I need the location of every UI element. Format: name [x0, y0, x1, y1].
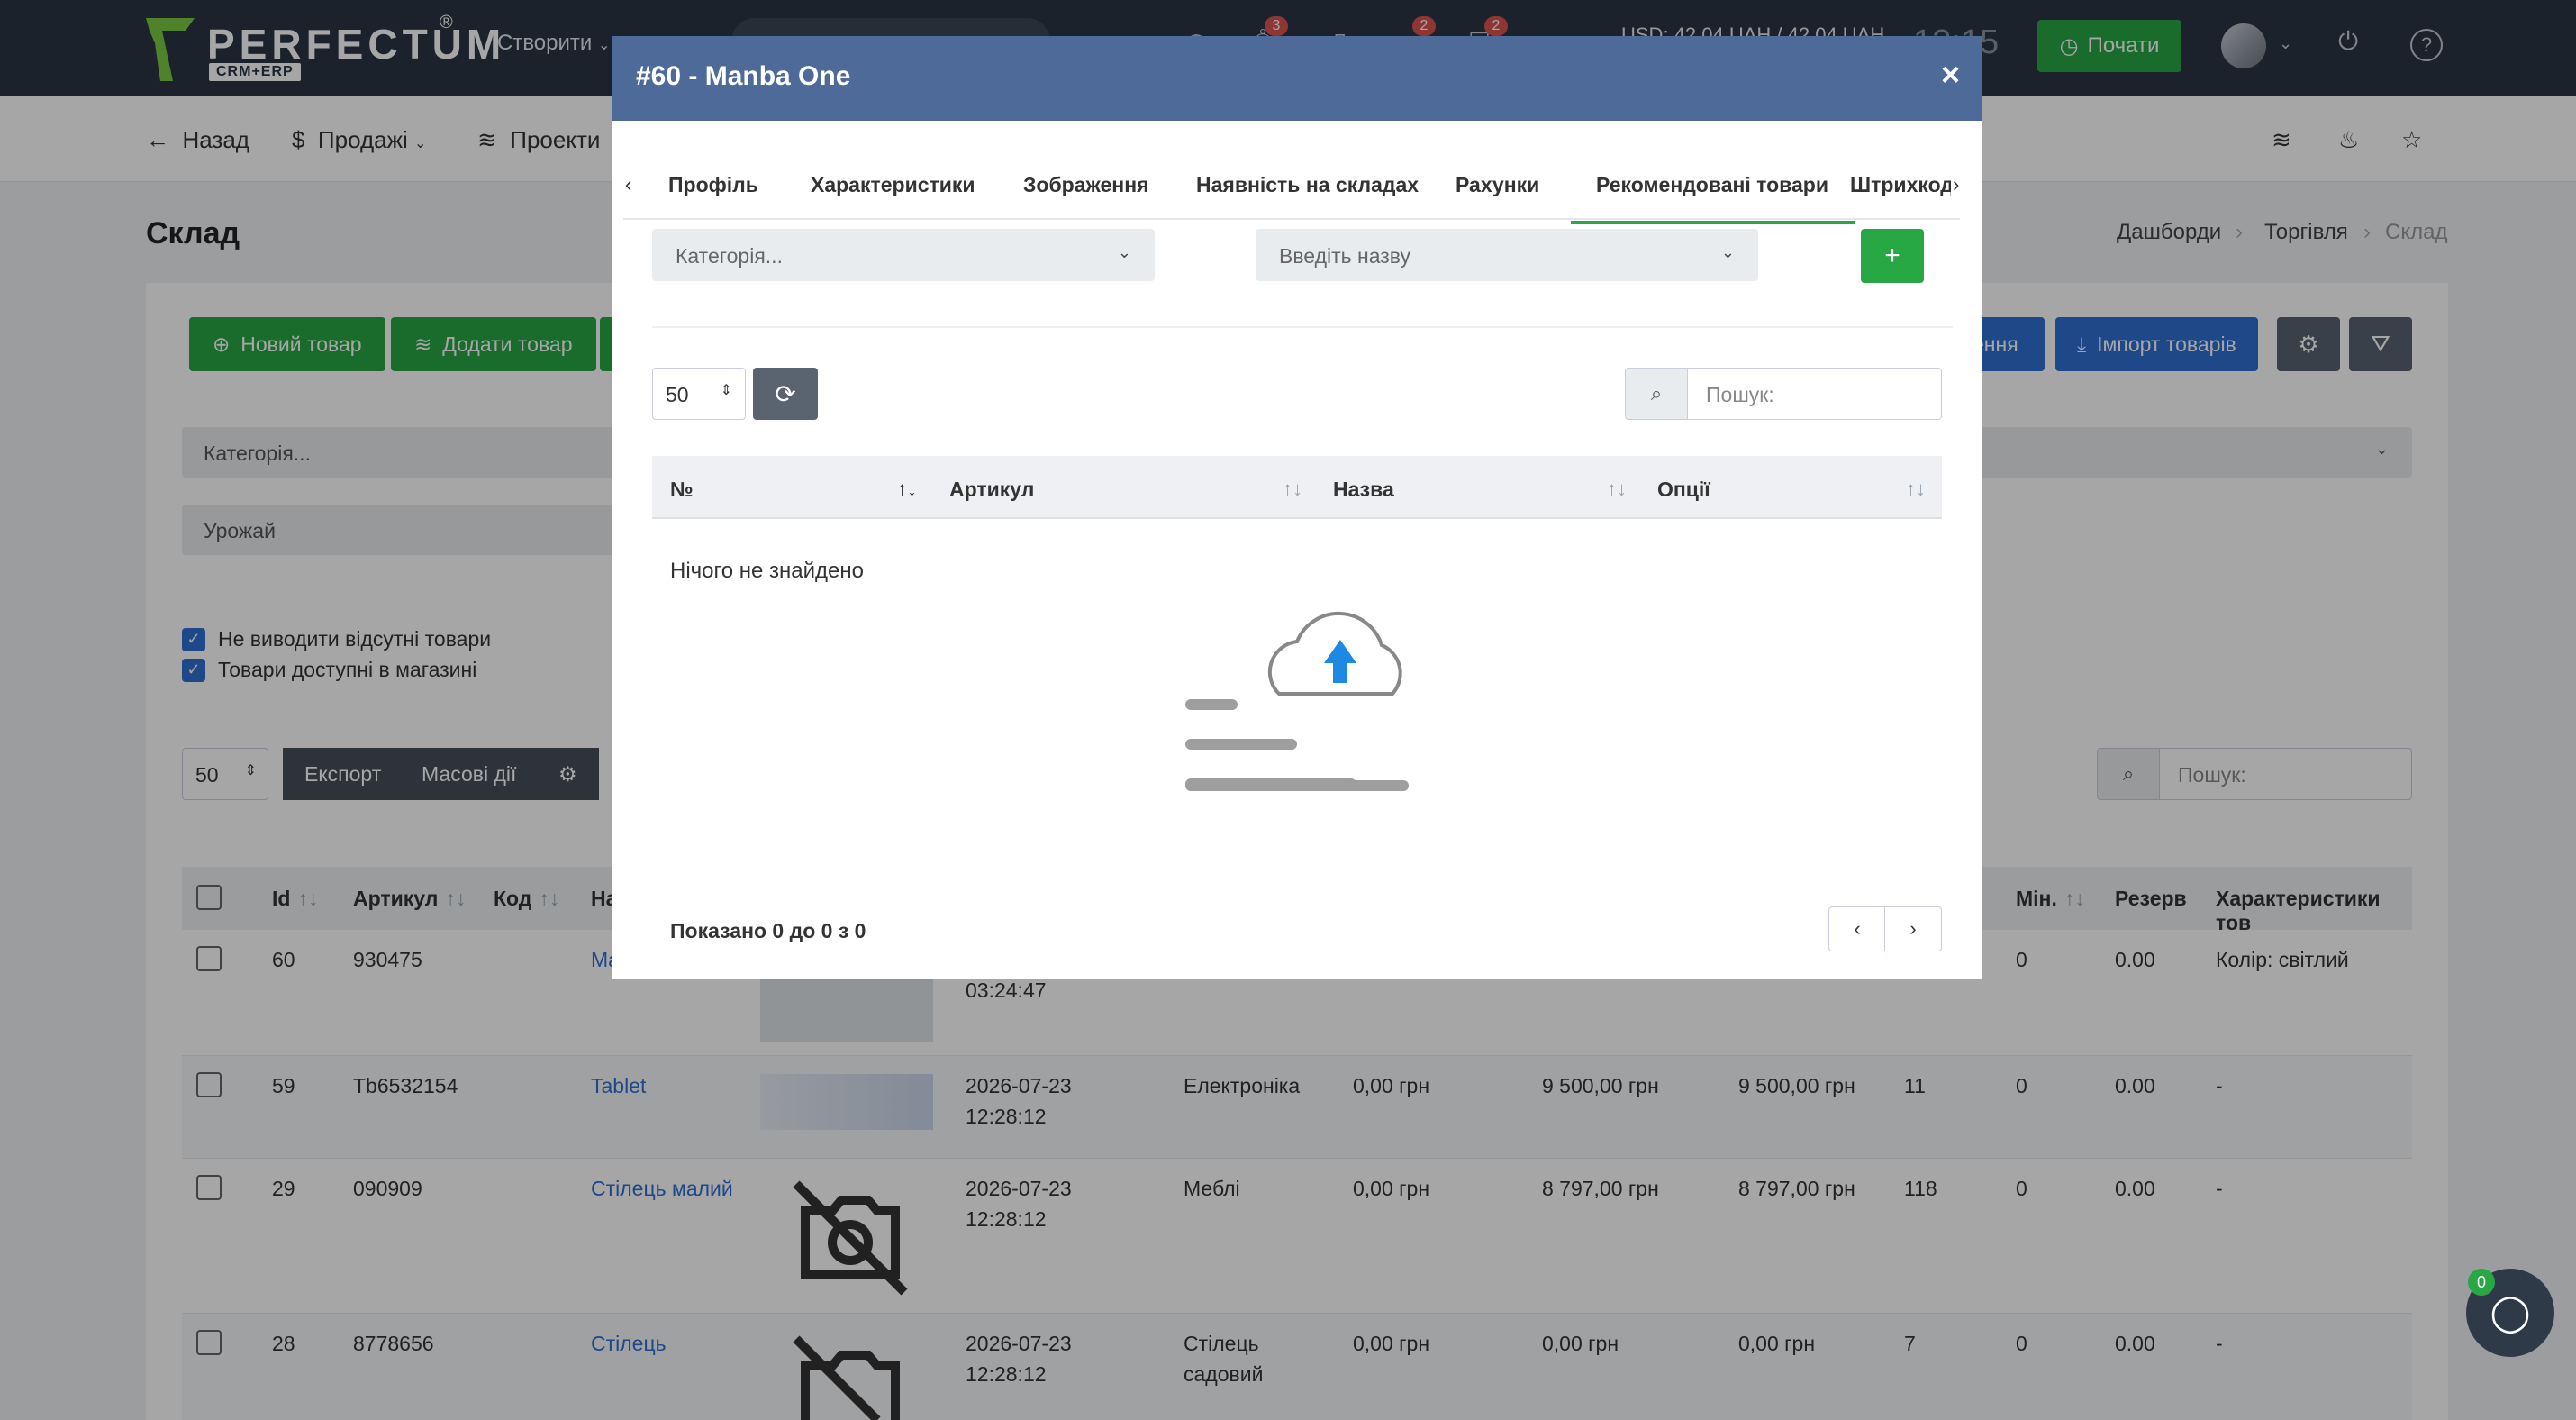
tab-characteristics[interactable]: Характеристики: [811, 173, 975, 197]
close-icon[interactable]: ×: [1941, 56, 1960, 94]
chat-badge: 0: [2468, 1269, 2495, 1296]
col-name[interactable]: Назва: [1333, 478, 1394, 502]
product-name-placeholder: Введіть назву: [1279, 244, 1411, 268]
category-select[interactable]: Категорія... ⌄: [652, 229, 1155, 281]
col-options[interactable]: Опції: [1657, 478, 1710, 502]
tab-barcodes[interactable]: Штрихкоді: [1850, 173, 1951, 197]
tab-images[interactable]: Зображення: [1023, 173, 1149, 197]
cloud-upload-icon: [1185, 611, 1402, 789]
modal-page-length-value: 50: [666, 383, 689, 406]
tab-profile[interactable]: Профіль: [668, 173, 758, 197]
next-page-button[interactable]: ›: [1884, 906, 1942, 951]
chat-bubble-icon: ◯: [2490, 1293, 2531, 1333]
category-select-placeholder: Категорія...: [676, 244, 783, 268]
chevron-right-icon: ›: [1909, 917, 1917, 940]
empty-table-message: Нічого не знайдено: [670, 559, 864, 583]
modal-search[interactable]: ⌕ Пошук:: [1625, 368, 1942, 420]
tab-invoices[interactable]: Рахунки: [1456, 173, 1539, 197]
col-sku[interactable]: Артикул: [949, 478, 1034, 502]
prev-page-button[interactable]: ‹: [1828, 906, 1886, 951]
modal-header: #60 - Manba One ×: [612, 36, 1982, 121]
table-info: Показано 0 до 0 з 0: [670, 919, 866, 942]
tab-recommended-products[interactable]: Рекомендовані товари: [1571, 173, 1855, 224]
refresh-icon: ⟳: [775, 379, 796, 408]
modal-page-length-select[interactable]: 50 ⇕: [652, 368, 746, 420]
modal-search-input[interactable]: Пошук:: [1688, 368, 1942, 420]
col-number[interactable]: №: [670, 478, 694, 502]
modal-divider: [652, 326, 1953, 328]
modal-tabs: ‹ Профіль Характеристики Зображення Наяв…: [623, 139, 1960, 224]
sort-asc-icon[interactable]: ↑↓: [897, 478, 917, 501]
chevron-right-icon[interactable]: ›: [1953, 173, 1959, 196]
chevron-down-icon: ⌄: [1720, 243, 1735, 261]
empty-lines-icon: [1185, 780, 1409, 791]
chevron-left-icon[interactable]: ‹: [625, 173, 631, 196]
search-icon: ⌕: [1625, 368, 1688, 420]
modal-table-header: № ↑↓ Артикул ↑↓ Назва ↑↓ Опції ↑↓: [652, 456, 1942, 519]
sort-icon[interactable]: ↑↓: [1906, 478, 1926, 501]
chevron-down-icon: ⌄: [1117, 243, 1131, 261]
modal-title: #60 - Manba One: [636, 61, 851, 91]
product-modal: #60 - Manba One × ‹ Профіль Характеристи…: [612, 36, 1982, 979]
sort-icon[interactable]: ↑↓: [1607, 478, 1627, 501]
sort-icon[interactable]: ↑↓: [1283, 478, 1302, 501]
refresh-button[interactable]: ⟳: [753, 368, 818, 420]
add-recommended-button[interactable]: +: [1861, 229, 1924, 283]
chevron-left-icon: ‹: [1854, 917, 1861, 940]
sort-updown-icon: ⇕: [720, 383, 732, 398]
product-name-select[interactable]: Введіть назву ⌄: [1256, 229, 1758, 281]
tab-warehouse-stock[interactable]: Наявність на складах: [1196, 173, 1419, 197]
